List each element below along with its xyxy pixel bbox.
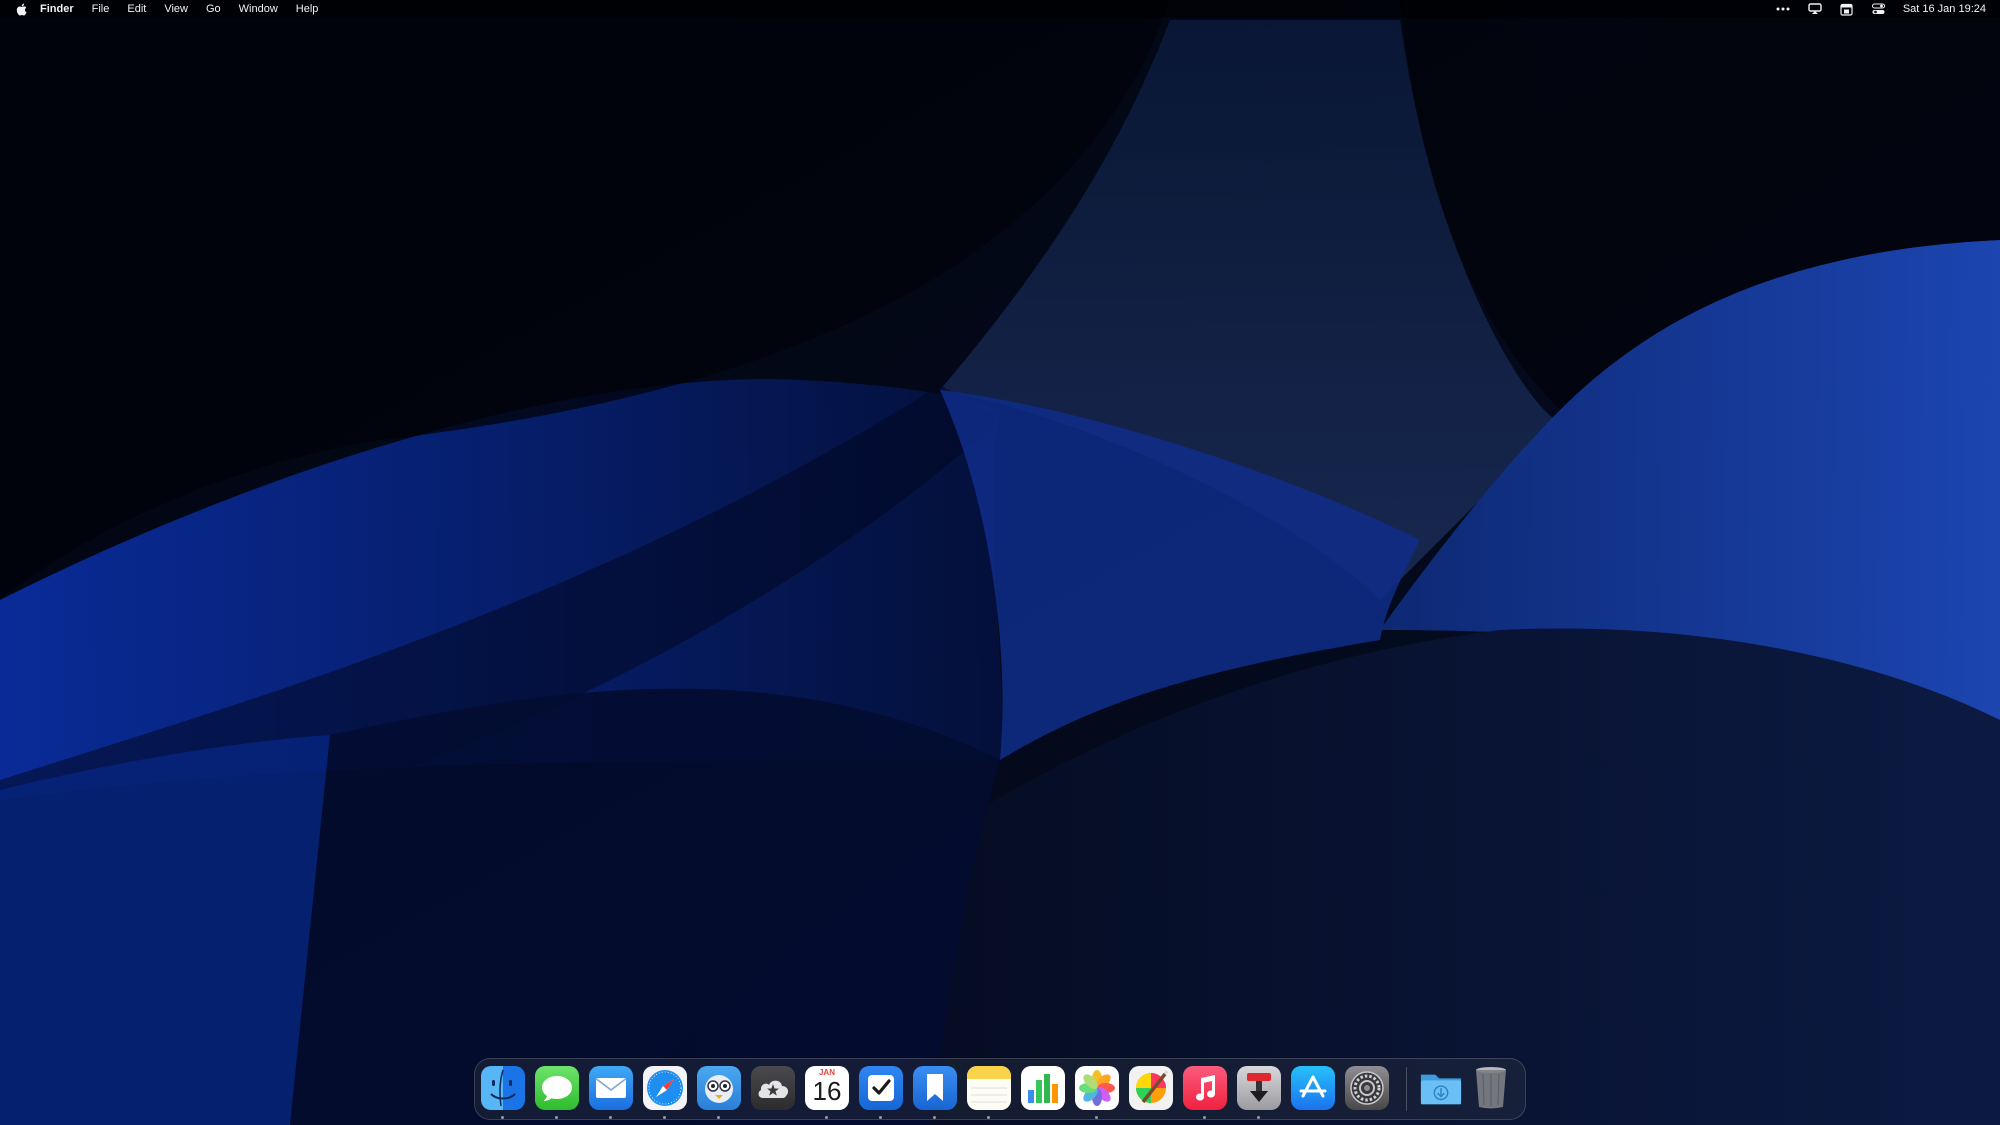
dock-separator bbox=[1406, 1067, 1407, 1111]
running-indicator bbox=[933, 1116, 936, 1119]
dock-item-reeder[interactable] bbox=[751, 1066, 795, 1110]
dock-item-app-store[interactable] bbox=[1291, 1066, 1335, 1110]
running-indicator bbox=[501, 1116, 504, 1119]
dock-item-bookmarks[interactable] bbox=[913, 1066, 957, 1119]
desktop-wallpaper bbox=[0, 0, 2000, 1125]
apple-logo-icon[interactable] bbox=[14, 0, 28, 18]
menu-window[interactable]: Window bbox=[230, 0, 287, 18]
notes-icon bbox=[967, 1066, 1011, 1110]
running-indicator bbox=[663, 1116, 666, 1119]
dock-item-system-preferences[interactable] bbox=[1345, 1066, 1389, 1110]
running-indicator bbox=[1257, 1116, 1260, 1119]
dock-item-things[interactable] bbox=[859, 1066, 903, 1119]
more-dots-icon[interactable] bbox=[1774, 0, 1792, 18]
downloads-folder-icon bbox=[1419, 1066, 1463, 1110]
dock-item-calendar[interactable]: JAN 16 bbox=[805, 1066, 849, 1119]
dock-item-notes[interactable] bbox=[967, 1066, 1011, 1119]
dock-item-transmit[interactable] bbox=[1237, 1066, 1281, 1119]
tweetbot-icon bbox=[697, 1066, 741, 1110]
transmit-icon bbox=[1237, 1066, 1281, 1110]
music-icon bbox=[1183, 1066, 1227, 1110]
menu-help[interactable]: Help bbox=[287, 0, 328, 18]
menu-edit[interactable]: Edit bbox=[118, 0, 155, 18]
calendar-icon: JAN 16 bbox=[805, 1066, 849, 1110]
reeder-icon bbox=[751, 1066, 795, 1110]
trash-icon bbox=[1469, 1066, 1513, 1110]
dock-item-pixelmator[interactable] bbox=[1129, 1066, 1173, 1110]
numbers-icon bbox=[1021, 1066, 1065, 1110]
menu-view[interactable]: View bbox=[155, 0, 197, 18]
dock-stack-trash[interactable] bbox=[1469, 1066, 1513, 1110]
running-indicator bbox=[879, 1116, 882, 1119]
safari-icon bbox=[643, 1066, 687, 1110]
pixelmator-icon bbox=[1129, 1066, 1173, 1110]
dock-item-numbers[interactable] bbox=[1021, 1066, 1065, 1110]
dock-item-music[interactable] bbox=[1183, 1066, 1227, 1119]
photos-icon bbox=[1075, 1066, 1119, 1110]
menu-go[interactable]: Go bbox=[197, 0, 230, 18]
running-indicator bbox=[987, 1116, 990, 1119]
running-indicator bbox=[717, 1116, 720, 1119]
dock-item-messages[interactable] bbox=[535, 1066, 579, 1119]
dock-stack-downloads[interactable] bbox=[1419, 1066, 1463, 1110]
menu-clock[interactable]: Sat 16 Jan 19:24 bbox=[1895, 0, 1986, 18]
running-indicator bbox=[555, 1116, 558, 1119]
system-preferences-icon bbox=[1345, 1066, 1389, 1110]
finder-icon bbox=[481, 1066, 525, 1110]
things-icon bbox=[859, 1066, 903, 1110]
menu-file[interactable]: File bbox=[83, 0, 119, 18]
running-indicator bbox=[609, 1116, 612, 1119]
control-center-icon[interactable] bbox=[1870, 0, 1888, 18]
mail-icon bbox=[589, 1066, 633, 1110]
dock-item-finder[interactable] bbox=[481, 1066, 525, 1119]
messages-icon bbox=[535, 1066, 579, 1110]
menu-app-name[interactable]: Finder bbox=[28, 0, 83, 18]
dock-item-photos[interactable] bbox=[1075, 1066, 1119, 1119]
calendar-widget-icon[interactable] bbox=[1838, 0, 1856, 18]
running-indicator bbox=[825, 1116, 828, 1119]
dock-item-mail[interactable] bbox=[589, 1066, 633, 1119]
menu-bar: Finder File Edit View Go Window Help Sat… bbox=[0, 0, 2000, 18]
screen-mirroring-icon[interactable] bbox=[1806, 0, 1824, 18]
running-indicator bbox=[1203, 1116, 1206, 1119]
dock: JAN 16 bbox=[474, 1058, 1526, 1120]
bookmarks-icon bbox=[913, 1066, 957, 1110]
dock-item-safari[interactable] bbox=[643, 1066, 687, 1119]
app-store-icon bbox=[1291, 1066, 1335, 1110]
dock-item-tweetbot[interactable] bbox=[697, 1066, 741, 1119]
running-indicator bbox=[1095, 1116, 1098, 1119]
calendar-day: 16 bbox=[812, 1076, 842, 1106]
